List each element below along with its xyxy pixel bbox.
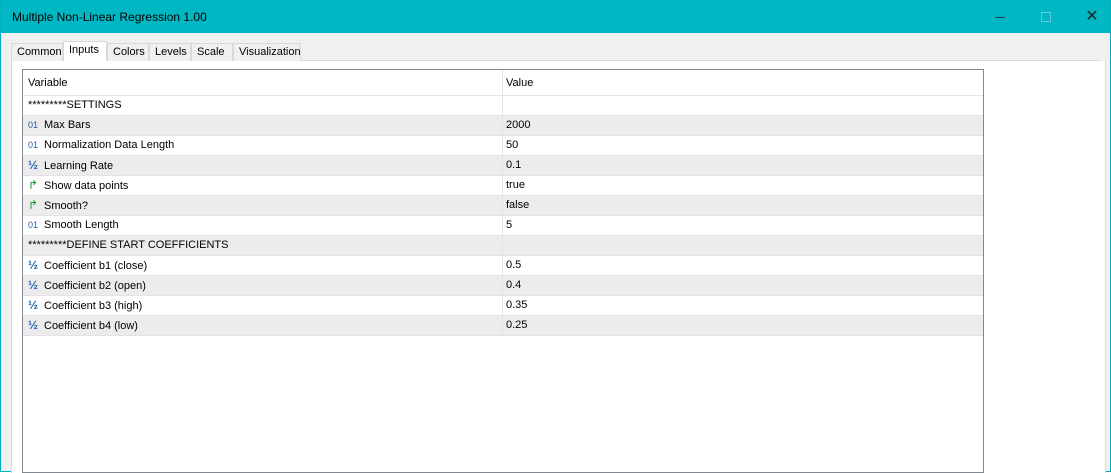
title-bar[interactable]: Multiple Non-Linear Regression 1.00 ✕	[1, 1, 1110, 33]
variable-label: Max Bars	[44, 119, 91, 131]
tab-scale[interactable]: Scale	[191, 43, 233, 61]
tab-levels[interactable]: Levels	[149, 43, 191, 61]
variable-cell: *********DEFINE START COEFFICIENTS	[23, 236, 503, 256]
table-row[interactable]: ↱ Smooth? false	[23, 196, 983, 216]
header-value[interactable]: Value	[503, 70, 983, 96]
value-cell[interactable]: 0.35	[503, 296, 983, 316]
table-row[interactable]: 01 Normalization Data Length 50	[23, 136, 983, 156]
variable-label: Smooth Length	[44, 219, 119, 231]
table-row[interactable]: ½ Coefficient b4 (low) 0.25	[23, 316, 983, 336]
table-row[interactable]: ↱ Show data points true	[23, 176, 983, 196]
value-cell[interactable]	[503, 96, 983, 116]
variable-cell: *********SETTINGS	[23, 96, 503, 116]
maximize-button[interactable]	[1023, 1, 1069, 33]
tab-strip: Common Inputs Colors Levels Scale Visual…	[11, 41, 1101, 62]
table-row[interactable]: *********SETTINGS	[23, 96, 983, 116]
dialog-window: Multiple Non-Linear Regression 1.00 ✕ Co…	[0, 0, 1111, 473]
table-row[interactable]: *********DEFINE START COEFFICIENTS	[23, 236, 983, 256]
double-icon: ½	[28, 258, 39, 272]
value-cell[interactable]: false	[503, 196, 983, 216]
int-icon: 01	[28, 220, 39, 230]
variable-cell: 01 Normalization Data Length	[23, 136, 503, 156]
value-cell[interactable]: 5	[503, 216, 983, 236]
value-cell[interactable]	[503, 236, 983, 256]
variable-label: Learning Rate	[44, 160, 114, 172]
tab-colors[interactable]: Colors	[107, 43, 149, 61]
int-icon: 01	[28, 120, 39, 130]
variable-cell: ½ Coefficient b1 (close)	[23, 256, 503, 276]
variable-cell: ½ Coefficient b3 (high)	[23, 296, 503, 316]
variable-label: Normalization Data Length	[44, 139, 175, 151]
double-icon: ½	[28, 278, 39, 292]
variable-label: Coefficient b2 (open)	[44, 280, 146, 292]
double-icon: ½	[28, 158, 39, 172]
variable-cell: ½ Learning Rate	[23, 156, 503, 176]
variable-label: *********SETTINGS	[28, 99, 122, 111]
close-button[interactable]: ✕	[1069, 1, 1111, 33]
variable-cell: ↱ Smooth?	[23, 196, 503, 216]
double-icon: ½	[28, 298, 39, 312]
window-title: Multiple Non-Linear Regression 1.00	[12, 10, 207, 24]
value-cell[interactable]: 0.25	[503, 316, 983, 336]
maximize-icon	[1041, 12, 1051, 22]
variable-cell: 01 Max Bars	[23, 116, 503, 136]
tab-visualization[interactable]: Visualization	[233, 43, 301, 61]
value-cell[interactable]: 50	[503, 136, 983, 156]
variable-cell: 01 Smooth Length	[23, 216, 503, 236]
table-row[interactable]: ½ Learning Rate 0.1	[23, 156, 983, 176]
grid-header: Variable Value	[23, 70, 983, 96]
variable-cell: ½ Coefficient b4 (low)	[23, 316, 503, 336]
table-row[interactable]: 01 Smooth Length 5	[23, 216, 983, 236]
value-cell[interactable]: 0.1	[503, 156, 983, 176]
table-row[interactable]: ½ Coefficient b1 (close) 0.5	[23, 256, 983, 276]
bool-icon: ↱	[28, 198, 39, 212]
close-icon: ✕	[1085, 8, 1099, 25]
value-cell[interactable]: true	[503, 176, 983, 196]
variable-label: Coefficient b4 (low)	[44, 320, 138, 332]
tab-common[interactable]: Common	[11, 43, 63, 61]
double-icon: ½	[28, 318, 39, 332]
int-icon: 01	[28, 140, 39, 150]
tab-inputs[interactable]: Inputs	[63, 41, 107, 62]
header-variable[interactable]: Variable	[23, 70, 503, 96]
table-row[interactable]: 01 Max Bars 2000	[23, 116, 983, 136]
value-cell[interactable]: 0.5	[503, 256, 983, 276]
variable-label: Smooth?	[44, 200, 89, 212]
value-cell[interactable]: 0.4	[503, 276, 983, 296]
inputs-grid: Variable Value *********SETTINGS 01 Max Ba…	[22, 69, 984, 473]
variable-cell: ½ Coefficient b2 (open)	[23, 276, 503, 296]
table-row[interactable]: ½ Coefficient b2 (open) 0.4	[23, 276, 983, 296]
minimize-button[interactable]	[977, 1, 1023, 33]
variable-label: Coefficient b3 (high)	[44, 300, 143, 312]
variable-label: Show data points	[44, 180, 129, 192]
variable-cell: ↱ Show data points	[23, 176, 503, 196]
variable-label: *********DEFINE START COEFFICIENTS	[28, 239, 229, 251]
bool-icon: ↱	[28, 178, 39, 192]
variable-label: Coefficient b1 (close)	[44, 260, 148, 272]
minimize-icon	[995, 16, 1005, 18]
value-cell[interactable]: 2000	[503, 116, 983, 136]
table-row[interactable]: ½ Coefficient b3 (high) 0.35	[23, 296, 983, 316]
